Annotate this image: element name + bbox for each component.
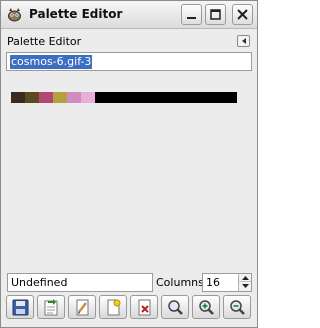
spin-down-button[interactable] bbox=[239, 282, 251, 290]
minimize-button[interactable] bbox=[181, 4, 202, 25]
delete-color-icon bbox=[138, 299, 151, 316]
save-icon bbox=[12, 299, 29, 316]
palette-name-input[interactable]: cosmos-6.gif-3 bbox=[6, 52, 252, 71]
close-icon bbox=[237, 9, 248, 20]
save-palette-button[interactable] bbox=[6, 295, 34, 319]
palette-view[interactable] bbox=[6, 75, 252, 267]
zoom-in-button[interactable] bbox=[192, 295, 220, 319]
zoom-all-icon bbox=[168, 300, 183, 315]
zoom-out-icon bbox=[230, 300, 245, 315]
palette-swatch[interactable] bbox=[81, 92, 95, 103]
dock-title: Palette Editor bbox=[7, 35, 82, 48]
zoom-all-button[interactable] bbox=[161, 295, 189, 319]
edit-color-button[interactable] bbox=[68, 295, 96, 319]
palette-swatch[interactable] bbox=[39, 92, 53, 103]
revert-palette-button[interactable] bbox=[37, 295, 65, 319]
delete-color-button[interactable] bbox=[130, 295, 158, 319]
spin-up-button[interactable] bbox=[239, 274, 251, 282]
spin-buttons bbox=[238, 274, 251, 291]
tab-menu-icon bbox=[242, 38, 246, 44]
window-title: Palette Editor bbox=[29, 7, 123, 21]
dock-menu-button[interactable] bbox=[237, 35, 250, 47]
new-color-icon bbox=[107, 299, 121, 316]
palette-swatch[interactable] bbox=[67, 92, 81, 103]
new-color-button[interactable] bbox=[99, 295, 127, 319]
arrow-down-icon bbox=[242, 284, 249, 288]
columns-value: 16 bbox=[206, 276, 220, 289]
arrow-up-icon bbox=[242, 276, 249, 280]
maximize-icon bbox=[210, 9, 221, 20]
edit-color-icon bbox=[76, 299, 89, 316]
zoom-out-button[interactable] bbox=[223, 295, 251, 319]
palette-editor-window: Palette Editor Palette Editor cosmos-6.g… bbox=[0, 0, 258, 328]
maximize-button[interactable] bbox=[205, 4, 226, 25]
color-name-input[interactable]: Undefined bbox=[7, 273, 153, 292]
zoom-in-icon bbox=[199, 300, 214, 315]
minimize-icon bbox=[187, 17, 196, 19]
palette-swatch[interactable] bbox=[53, 92, 67, 103]
columns-spinbutton[interactable]: 16 bbox=[202, 273, 252, 292]
revert-icon bbox=[44, 299, 58, 316]
palette-swatch[interactable] bbox=[25, 92, 39, 103]
palette-swatch[interactable] bbox=[11, 92, 25, 103]
gimp-app-icon bbox=[8, 8, 21, 22]
palette-swatch-row[interactable] bbox=[11, 92, 237, 103]
close-button[interactable] bbox=[232, 4, 253, 25]
columns-label: Columns: bbox=[156, 276, 208, 289]
palette-toolbar bbox=[6, 295, 252, 319]
palette-name-selection: cosmos-6.gif-3 bbox=[10, 55, 93, 69]
title-bar[interactable]: Palette Editor bbox=[1, 1, 257, 29]
